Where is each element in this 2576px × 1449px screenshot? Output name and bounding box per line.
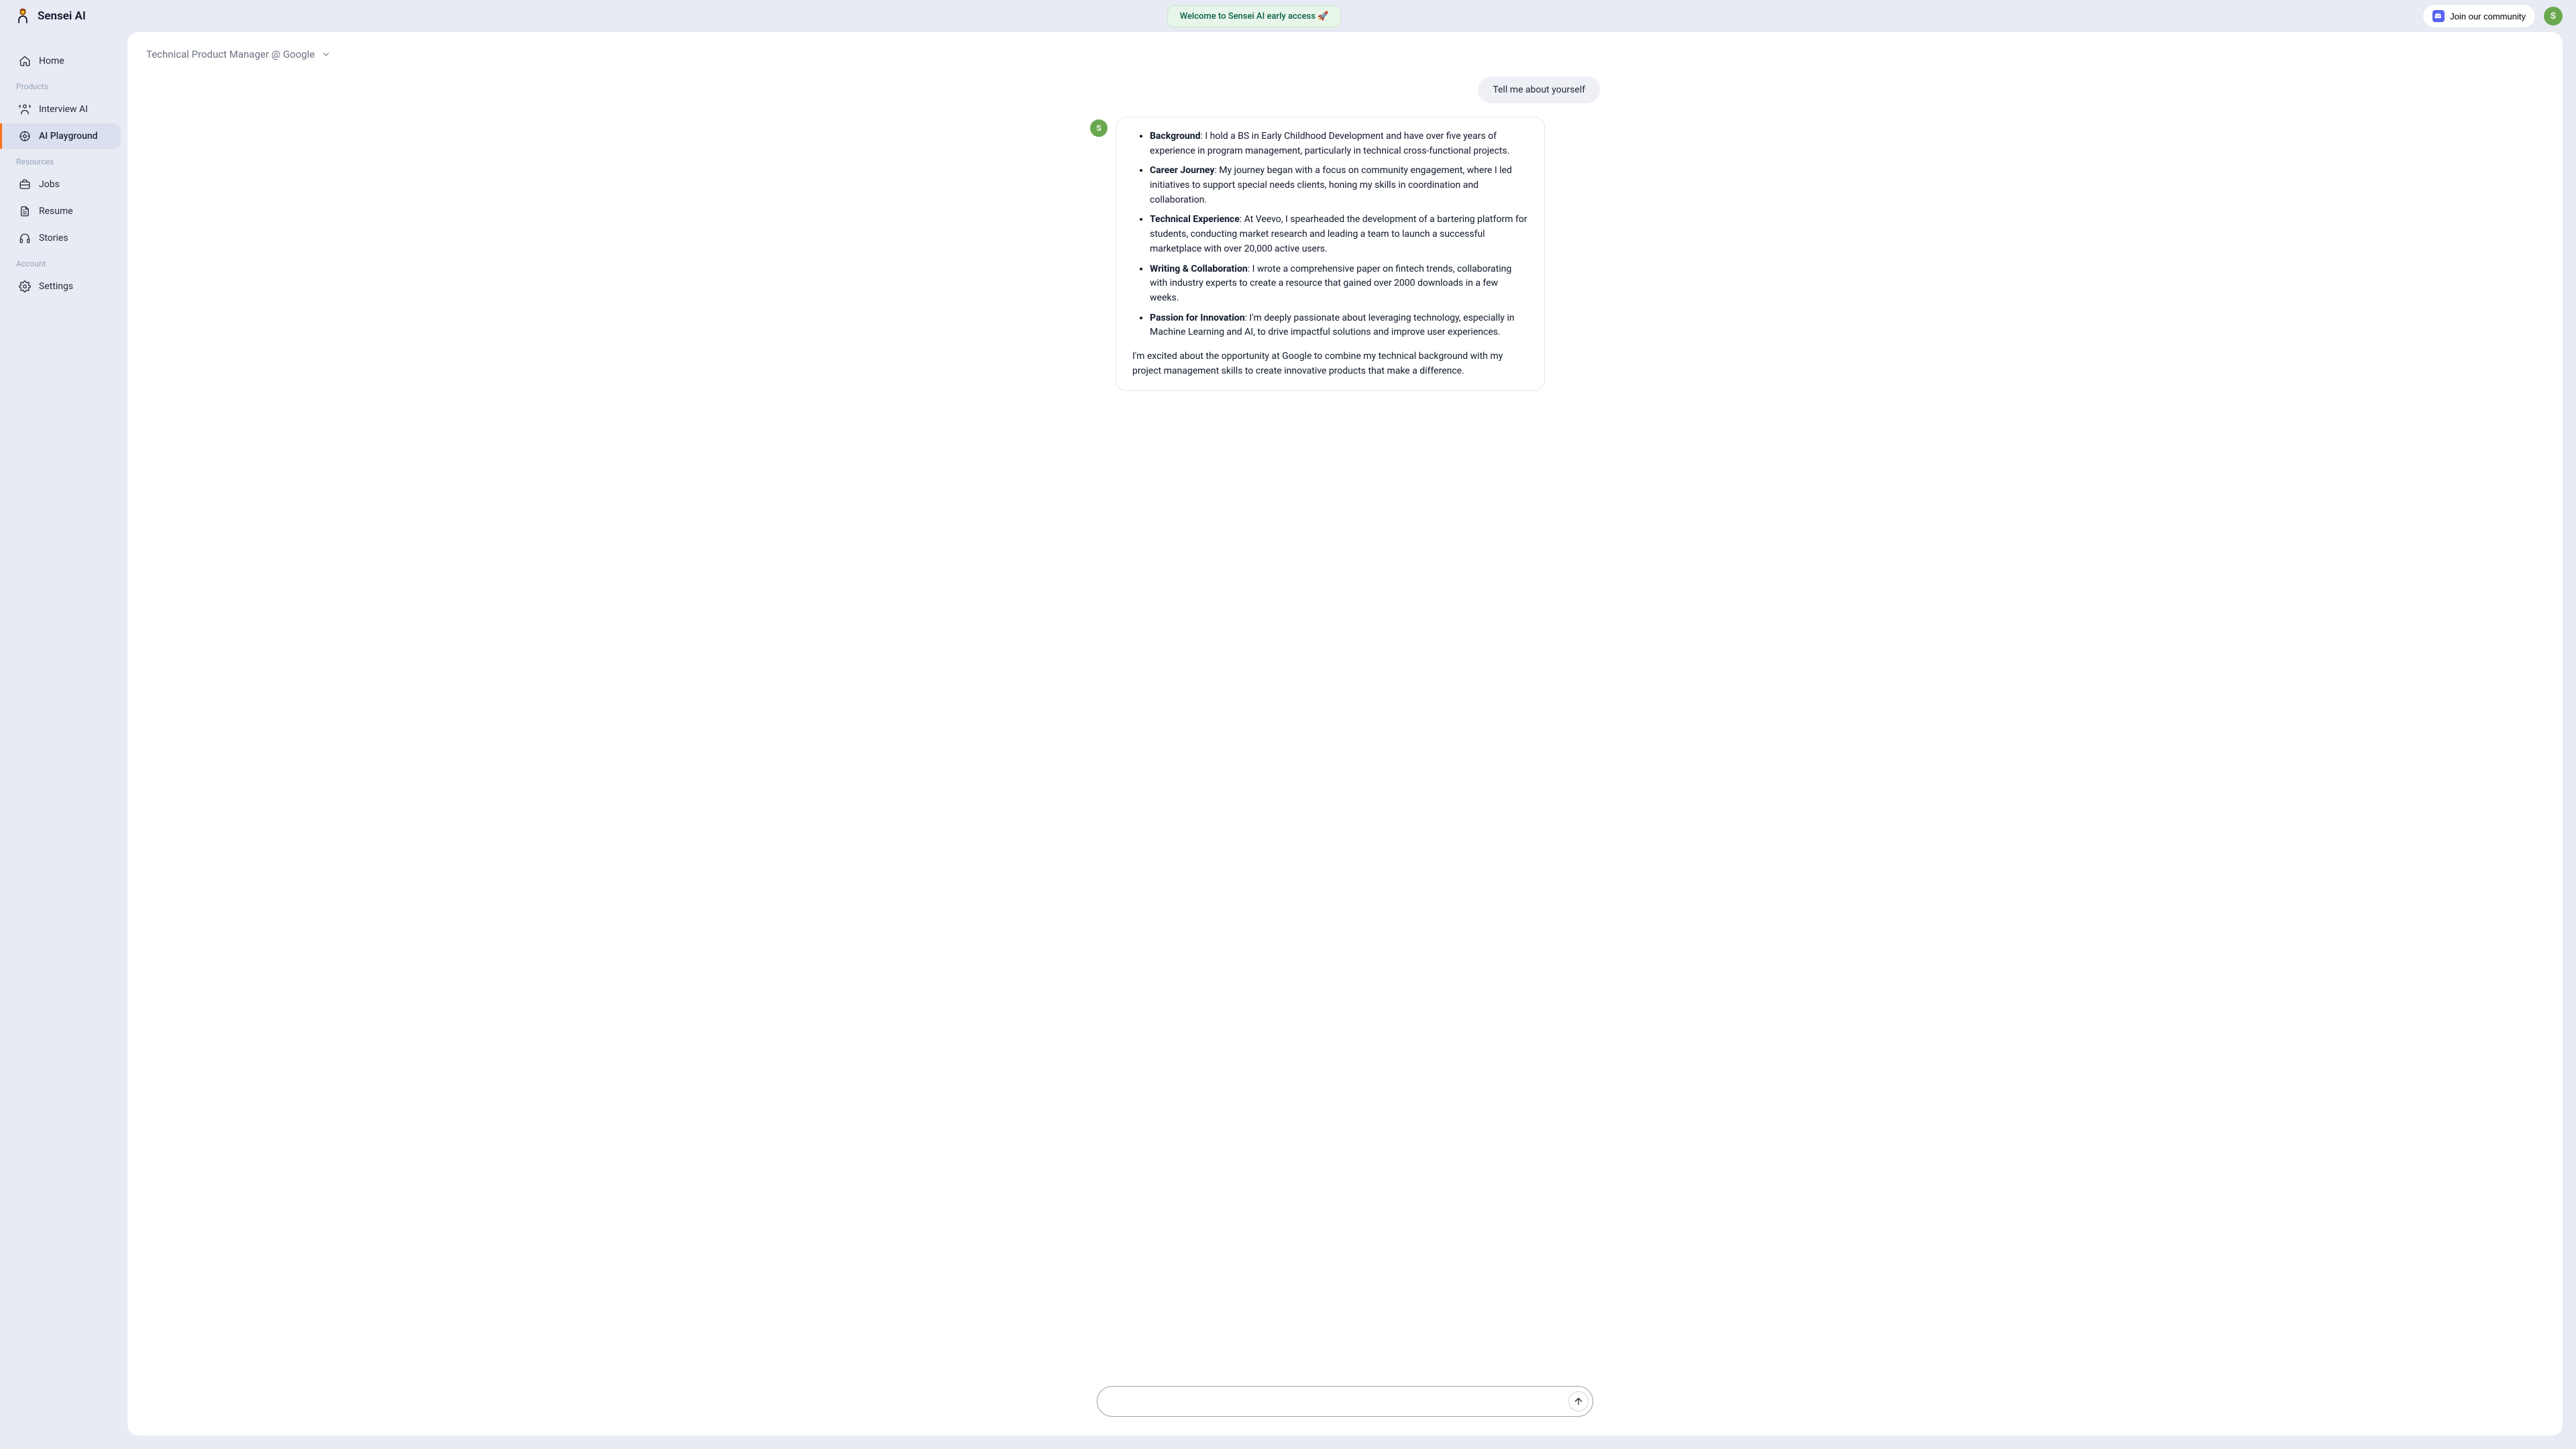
ai-playground-icon xyxy=(19,130,31,142)
context-title[interactable]: Technical Product Manager @ Google xyxy=(146,48,315,60)
sidebar-item-home[interactable]: Home xyxy=(0,48,121,74)
sidebar-section-products: Products xyxy=(0,75,121,95)
bullet-writing-collaboration: Writing & Collaboration: I wrote a compr… xyxy=(1150,262,1528,306)
chevron-down-icon[interactable] xyxy=(321,50,331,59)
brand[interactable]: Sensei AI xyxy=(13,7,86,25)
bullet-career-journey: Career Journey: My journey began with a … xyxy=(1150,164,1528,207)
sidebar-item-label: Resume xyxy=(39,206,73,217)
brand-logo-icon xyxy=(13,7,32,25)
chat-input[interactable] xyxy=(1111,1389,1568,1413)
assistant-closing: I'm excited about the opportunity at Goo… xyxy=(1132,350,1528,378)
chat-input-container xyxy=(1097,1386,1593,1417)
sidebar-section-account: Account xyxy=(0,252,121,272)
main-panel: Technical Product Manager @ Google Tell … xyxy=(127,32,2563,1436)
sidebar-item-interview-ai[interactable]: Interview AI xyxy=(0,97,121,122)
brand-name: Sensei AI xyxy=(38,9,86,23)
header-right: Join our community S xyxy=(2422,4,2563,28)
top-header: Sensei AI Welcome to Sensei AI early acc… xyxy=(0,0,2576,32)
sidebar-item-stories[interactable]: Stories xyxy=(0,225,121,251)
headphones-icon xyxy=(19,232,31,244)
sidebar-item-label: Home xyxy=(39,56,64,66)
join-community-button[interactable]: Join our community xyxy=(2422,4,2536,28)
discord-icon xyxy=(2432,10,2445,22)
document-icon xyxy=(19,205,31,217)
sidebar: Home Products Interview AI AI Playground… xyxy=(0,32,127,1449)
sidebar-item-label: Stories xyxy=(39,233,68,244)
sidebar-item-resume[interactable]: Resume xyxy=(0,199,121,224)
briefcase-icon xyxy=(19,178,31,191)
assistant-message: Background: I hold a BS in Early Childho… xyxy=(1116,117,1545,391)
sidebar-item-jobs[interactable]: Jobs xyxy=(0,172,121,197)
interview-ai-icon xyxy=(19,103,31,115)
user-avatar[interactable]: S xyxy=(2544,7,2563,25)
home-icon xyxy=(19,55,31,67)
assistant-avatar: S xyxy=(1090,119,1108,137)
sidebar-item-ai-playground[interactable]: AI Playground xyxy=(0,123,121,149)
gear-icon xyxy=(19,280,31,292)
send-button[interactable] xyxy=(1568,1391,1589,1411)
arrow-up-icon xyxy=(1573,1396,1584,1407)
sidebar-item-label: Settings xyxy=(39,281,73,292)
sidebar-item-label: Jobs xyxy=(39,179,60,190)
sidebar-item-settings[interactable]: Settings xyxy=(0,274,121,299)
sidebar-item-label: Interview AI xyxy=(39,104,88,115)
welcome-banner: Welcome to Sensei AI early access 🚀 xyxy=(1167,5,1342,28)
sidebar-section-resources: Resources xyxy=(0,150,121,170)
sidebar-item-label: AI Playground xyxy=(39,131,98,142)
conversation-area: Tell me about yourself S Background: I h… xyxy=(127,63,2563,1386)
bullet-passion-innovation: Passion for Innovation: I'm deeply passi… xyxy=(1150,311,1528,340)
bullet-technical-experience: Technical Experience: At Veevo, I spearh… xyxy=(1150,213,1528,256)
join-community-label: Join our community xyxy=(2450,11,2526,21)
bullet-background: Background: I hold a BS in Early Childho… xyxy=(1150,129,1528,158)
user-message: Tell me about yourself xyxy=(1478,76,1600,103)
